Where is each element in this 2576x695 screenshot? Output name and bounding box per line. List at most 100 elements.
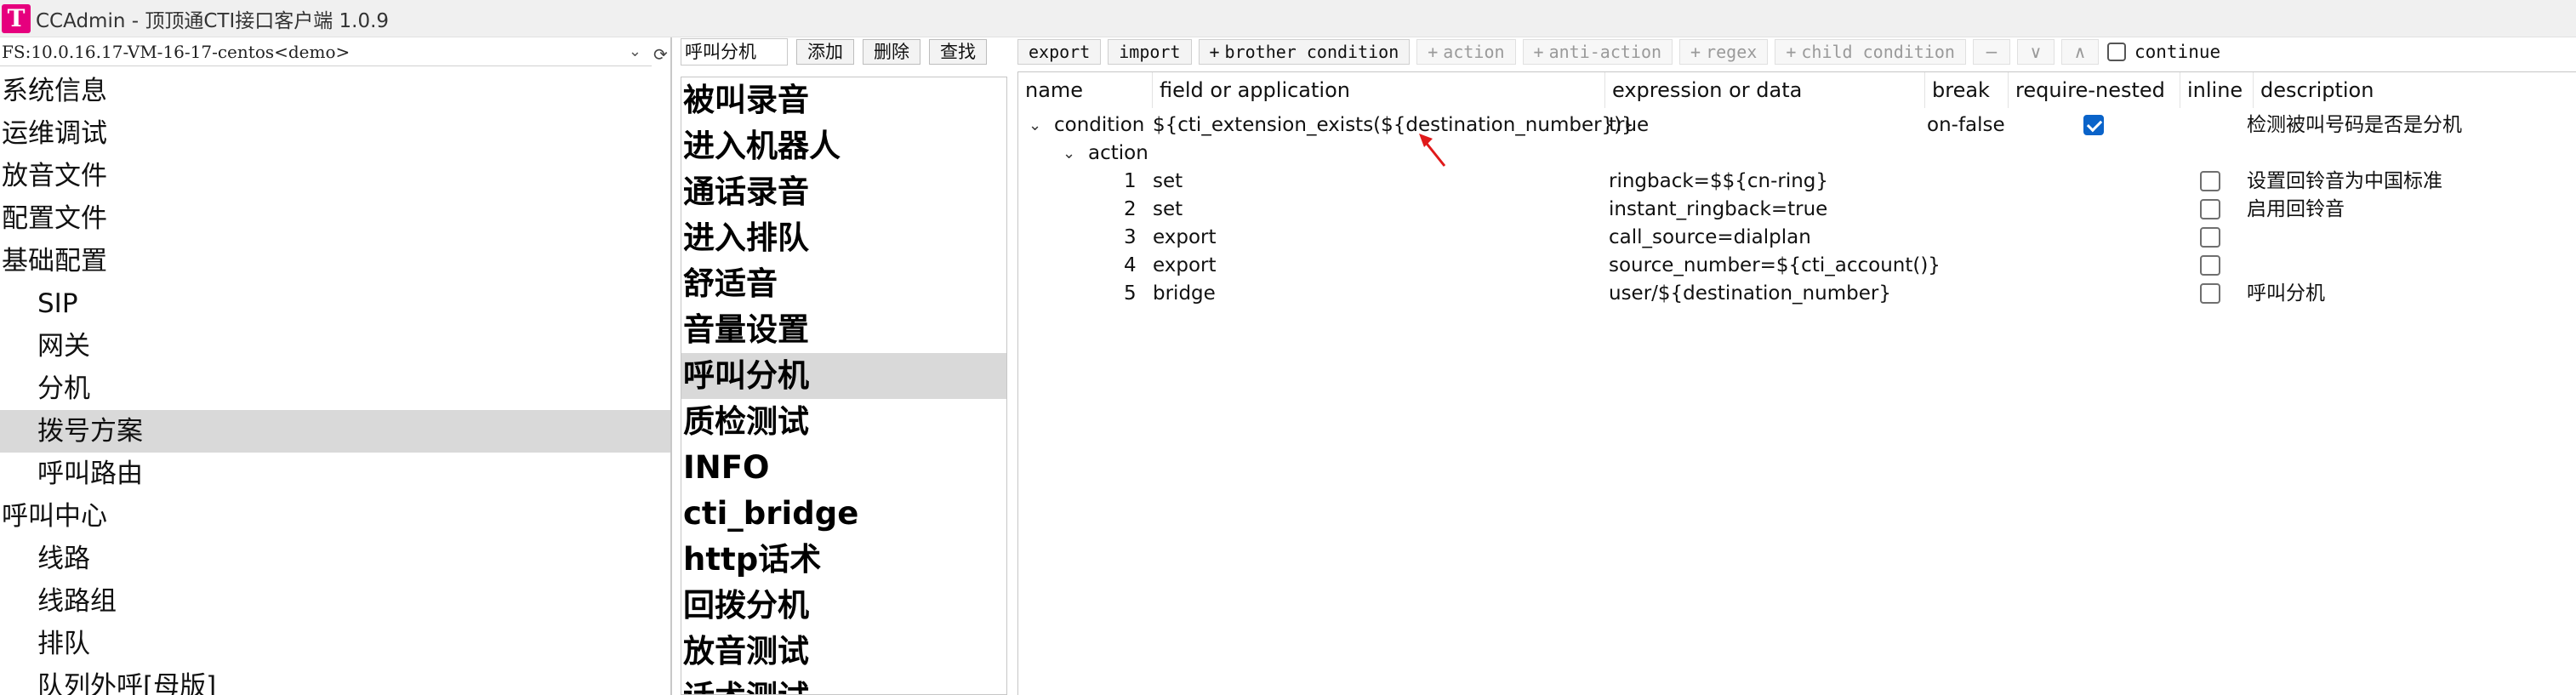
tree-item[interactable]: 队列外呼[母版] (0, 665, 670, 695)
add-anti-action-button[interactable]: + anti-action (1522, 39, 1673, 65)
add-button[interactable]: 添加 (796, 39, 854, 65)
list-item[interactable]: 进入机器人 (681, 123, 1006, 169)
condition-description[interactable]: 检测被叫号码是否是分机 (2247, 111, 2462, 140)
table-row[interactable]: 3 export call_source=dialplan (1018, 224, 2576, 252)
tree-item[interactable]: 排队 (0, 623, 670, 665)
column-header-inline[interactable]: inline (2180, 72, 2254, 108)
tree-item[interactable]: 放音文件 (0, 155, 670, 197)
plus-icon: + (1209, 42, 1220, 62)
action-data[interactable]: ringback=$${cn-ring} (1609, 168, 1828, 196)
action-index: 2 (1124, 198, 1137, 220)
list-item[interactable]: cti_bridge (681, 491, 1006, 537)
action-app[interactable]: bridge (1153, 280, 1216, 308)
add-regex-button[interactable]: + regex (1679, 39, 1769, 65)
tree-item[interactable]: 呼叫中心 (0, 495, 670, 538)
list-item[interactable]: 舒适音 (681, 261, 1006, 307)
action-app[interactable]: export (1153, 224, 1217, 252)
title-bar: T CCAdmin - 顶顶通CTI接口客户端 1.0.9 (0, 0, 2576, 37)
action-description[interactable]: 设置回铃音为中国标准 (2247, 168, 2442, 196)
table-row-action-group[interactable]: ⌄ action (1018, 140, 2576, 168)
condition-field[interactable]: ${cti_extension_exists(${destination_num… (1153, 111, 1634, 140)
tree-item[interactable]: SIP (0, 282, 670, 325)
list-item[interactable]: 话术测试 (681, 675, 1006, 694)
server-select-value: FS:10.0.16.17-VM-16-17-centos<demo> (2, 41, 350, 62)
find-button[interactable]: 查找 (929, 39, 987, 65)
plus-icon: + (1786, 42, 1797, 62)
list-item[interactable]: 质检测试 (681, 399, 1006, 445)
table-row[interactable]: 1 set ringback=$${cn-ring} 设置回铃音为中国标准 (1018, 168, 2576, 196)
list-item[interactable]: 音量设置 (681, 307, 1006, 353)
add-action-label: action (1443, 42, 1505, 62)
move-down-button[interactable]: ∨ (2016, 39, 2055, 65)
action-description[interactable]: 呼叫分机 (2247, 280, 2325, 308)
column-header-expression[interactable]: expression or data (1605, 72, 1925, 108)
condition-grid: name field or application expression or … (1017, 71, 2576, 695)
list-item[interactable]: 通话录音 (681, 169, 1006, 215)
action-app[interactable]: export (1153, 252, 1217, 280)
chevron-down-icon[interactable]: ⌄ (1029, 117, 1041, 134)
add-child-condition-button[interactable]: + child condition (1775, 39, 1966, 65)
list-item[interactable]: 回拨分机 (681, 583, 1006, 629)
dialplan-list: 被叫录音 进入机器人 通话录音 进入排队 舒适音 音量设置 呼叫分机 质检测试 … (681, 77, 1007, 695)
action-data[interactable]: source_number=${cti_account()} (1609, 252, 1941, 280)
chevron-down-icon[interactable]: ⌄ (1063, 145, 1075, 162)
tree-item-selected[interactable]: 拨号方案 (0, 410, 670, 453)
dialplan-name-input[interactable]: 呼叫分机 (681, 38, 788, 66)
list-item[interactable]: http话术 (681, 537, 1006, 583)
continue-checkbox[interactable] (2106, 43, 2126, 61)
inline-checkbox[interactable] (2200, 227, 2220, 248)
list-item[interactable]: 被叫录音 (681, 77, 1006, 123)
inline-checkbox[interactable] (2200, 283, 2220, 304)
require-nested-checkbox[interactable] (2083, 115, 2104, 135)
tree-item[interactable]: 分机 (0, 367, 670, 410)
tree-item[interactable]: 网关 (0, 325, 670, 367)
inline-checkbox[interactable] (2200, 255, 2220, 276)
tree-item[interactable]: 线路组 (0, 580, 670, 623)
condition-expression[interactable]: true (1609, 111, 1649, 140)
action-description[interactable]: 启用回铃音 (2247, 196, 2345, 224)
column-header-name[interactable]: name (1018, 72, 1153, 108)
server-select[interactable]: FS:10.0.16.17-VM-16-17-centos<demo> ⌄ (0, 37, 652, 66)
tree-item[interactable]: 系统信息 (0, 70, 670, 112)
tree-item[interactable]: 配置文件 (0, 197, 670, 240)
continue-option[interactable]: continue (2106, 42, 2220, 62)
export-button[interactable]: export (1017, 39, 1102, 65)
list-item[interactable]: 进入排队 (681, 215, 1006, 261)
action-index: 3 (1124, 226, 1137, 248)
delete-button[interactable]: 删除 (863, 39, 920, 65)
action-group-label: action (1088, 142, 1148, 164)
list-item-selected[interactable]: 呼叫分机 (681, 353, 1006, 399)
list-item[interactable]: 放音测试 (681, 629, 1006, 675)
add-child-condition-label: child condition (1801, 42, 1955, 62)
action-data[interactable]: call_source=dialplan (1609, 224, 1811, 252)
list-item[interactable]: INFO (681, 445, 1006, 491)
inline-checkbox[interactable] (2200, 199, 2220, 219)
table-row-condition[interactable]: ⌄ condition ${cti_extension_exists(${des… (1018, 111, 2576, 140)
table-row[interactable]: 4 export source_number=${cti_account()} (1018, 252, 2576, 280)
action-app[interactable]: set (1153, 196, 1183, 224)
table-row[interactable]: 2 set instant_ringback=true 启用回铃音 (1018, 196, 2576, 224)
panel-splitter[interactable] (670, 37, 672, 695)
chevron-down-icon[interactable]: ⌄ (629, 43, 641, 60)
table-row[interactable]: 5 bridge user/${destination_number} 呼叫分机 (1018, 280, 2576, 308)
refresh-icon[interactable]: ⟳ (653, 44, 668, 65)
column-header-require-nested[interactable]: require-nested (2009, 72, 2180, 108)
column-header-field[interactable]: field or application (1153, 72, 1605, 108)
tree-item[interactable]: 运维调试 (0, 112, 670, 155)
tree-item[interactable]: 基础配置 (0, 240, 670, 282)
column-header-description[interactable]: description (2254, 72, 2576, 108)
tree-item[interactable]: 线路 (0, 538, 670, 580)
move-up-button[interactable]: ∧ (2060, 39, 2099, 65)
action-app[interactable]: set (1153, 168, 1183, 196)
brother-condition-button[interactable]: + brother condition (1198, 39, 1411, 65)
action-data[interactable]: user/${destination_number} (1609, 280, 1891, 308)
inline-checkbox[interactable] (2200, 171, 2220, 191)
action-data[interactable]: instant_ringback=true (1609, 196, 1827, 224)
column-header-break[interactable]: break (1925, 72, 2009, 108)
tree-item[interactable]: 呼叫路由 (0, 453, 670, 495)
condition-break[interactable]: on-false (1927, 111, 2005, 140)
action-index: 1 (1124, 170, 1137, 192)
remove-button[interactable]: − (1972, 39, 2010, 65)
import-button[interactable]: import (1108, 39, 1192, 65)
add-action-button[interactable]: + action (1416, 39, 1516, 65)
